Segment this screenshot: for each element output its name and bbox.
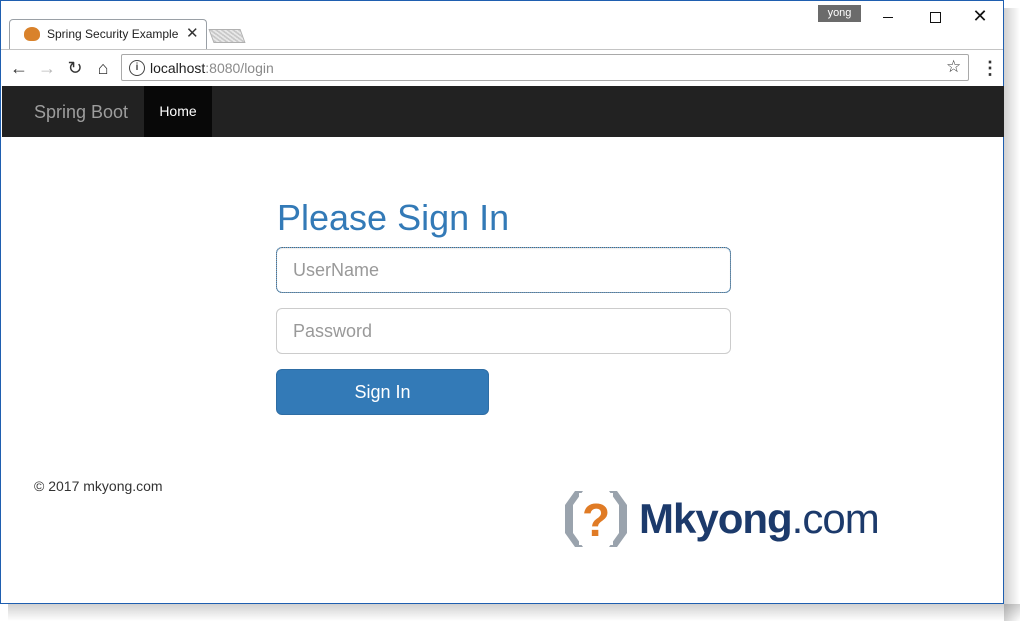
url-text: localhost:8080/login (150, 60, 274, 76)
nav-home-link[interactable]: Home (144, 86, 212, 137)
site-navbar: Spring Boot Home (2, 86, 1004, 137)
password-input[interactable] (276, 308, 731, 354)
footer-copyright: © 2017 mkyong.com (34, 478, 163, 494)
tab-title: Spring Security Example (47, 27, 179, 41)
home-icon[interactable]: ⌂ (91, 56, 115, 80)
svg-text:?: ? (582, 494, 610, 546)
window-shadow-bottom (8, 604, 1020, 621)
back-arrow-icon[interactable]: ← (7, 56, 31, 80)
navbar-brand[interactable]: Spring Boot (34, 102, 128, 123)
browser-window: Spring Security Example ✕ yong ✕ ← → ↻ ⌂… (0, 0, 1004, 604)
browser-tab[interactable]: Spring Security Example ✕ (9, 19, 207, 49)
maximize-button[interactable] (912, 3, 958, 29)
profile-badge[interactable]: yong (818, 5, 861, 22)
bookmark-star-icon[interactable]: ☆ (946, 57, 961, 77)
username-input[interactable] (276, 247, 731, 293)
close-window-button[interactable]: ✕ (957, 3, 1003, 29)
logo-wordmark: Mkyong.com (639, 495, 880, 543)
reload-icon[interactable]: ↻ (63, 56, 87, 80)
url-path: :8080/login (205, 60, 274, 76)
question-bracket-logo-icon: ? (565, 491, 627, 547)
logo-name: Mkyong (639, 495, 793, 542)
minimize-icon (883, 16, 893, 18)
new-tab-button[interactable] (208, 29, 246, 43)
address-bar[interactable]: i localhost:8080/login ☆ (121, 54, 969, 81)
leaf-favicon-icon (24, 27, 40, 41)
tab-strip: Spring Security Example ✕ yong ✕ (1, 1, 1003, 49)
kebab-menu-icon[interactable]: ⋮ (981, 56, 999, 80)
forward-arrow-icon[interactable]: → (35, 56, 59, 80)
close-tab-icon[interactable]: ✕ (186, 24, 199, 42)
browser-toolbar: ← → ↻ ⌂ i localhost:8080/login ☆ ⋮ (1, 49, 1003, 86)
logo-tld: .com (791, 495, 880, 542)
maximize-icon (929, 11, 941, 23)
sign-in-button[interactable]: Sign In (276, 369, 489, 415)
page-title: Please Sign In (277, 197, 510, 238)
mkyong-logo: ? Mkyong.com (561, 489, 891, 549)
window-shadow-right (1004, 8, 1020, 621)
minimize-button[interactable] (865, 3, 911, 29)
url-host: localhost (150, 60, 206, 76)
info-icon[interactable]: i (129, 60, 145, 76)
